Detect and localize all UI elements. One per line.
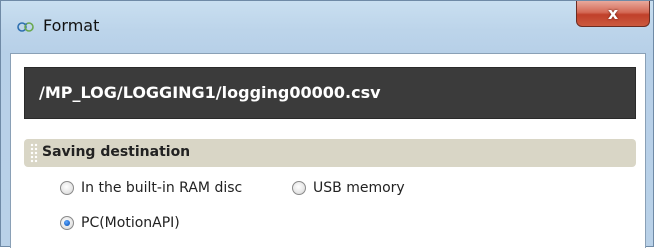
radio-label-ram-disc: In the built-in RAM disc [81, 180, 243, 196]
radio-button-pc-motionapi[interactable] [60, 216, 74, 230]
close-icon: x [607, 4, 619, 23]
saving-destination-header: Saving destination [24, 139, 636, 167]
close-button[interactable]: x [576, 1, 650, 27]
title-bar[interactable]: Format x [1, 1, 653, 53]
radio-button-ram-disc[interactable] [60, 181, 74, 195]
radio-option-ram-disc[interactable]: In the built-in RAM disc [60, 180, 242, 196]
radio-label-usb-memory: USB memory [313, 180, 405, 196]
window-title: Format [43, 16, 100, 35]
format-dialog: Format x /MP_LOG/LOGGING1/logging00000.c… [0, 0, 654, 248]
file-path-text: /MP_LOG/LOGGING1/logging00000.csv [39, 83, 381, 102]
app-icon [17, 22, 34, 32]
saving-destination-title: Saving destination [42, 144, 191, 160]
radio-option-pc-motionapi[interactable]: PC(MotionAPI) [60, 215, 180, 231]
radio-button-usb-memory[interactable] [292, 181, 306, 195]
file-path-bar: /MP_LOG/LOGGING1/logging00000.csv [24, 67, 636, 119]
radio-option-usb-memory[interactable]: USB memory [292, 180, 405, 196]
grip-icon [30, 143, 38, 163]
radio-label-pc-motionapi: PC(MotionAPI) [81, 215, 180, 231]
radio-selected-dot [64, 220, 70, 226]
